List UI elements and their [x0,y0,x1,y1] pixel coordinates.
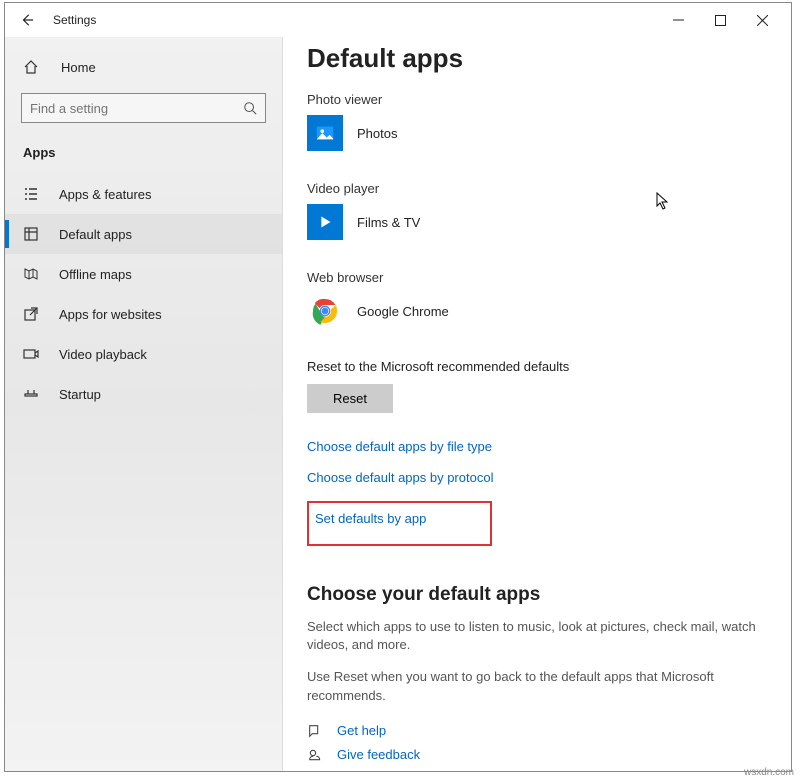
sidebar-item-label: Startup [59,387,101,402]
sidebar-item-video-playback[interactable]: Video playback [5,334,282,374]
app-name: Google Chrome [357,304,449,319]
minimize-icon [673,15,684,26]
back-button[interactable] [13,6,41,34]
app-name: Photos [357,126,397,141]
list-icon [23,186,43,202]
close-icon [757,15,768,26]
give-feedback-link[interactable]: Give feedback [337,747,420,762]
sidebar-item-offline-maps[interactable]: Offline maps [5,254,282,294]
default-app-video[interactable]: Films & TV [307,204,767,240]
sidebar-item-apps-features[interactable]: Apps & features [5,174,282,214]
open-external-icon [23,306,43,322]
section-label-video: Video player [307,181,767,196]
sidebar-item-label: Apps for websites [59,307,162,322]
sidebar-item-apps-websites[interactable]: Apps for websites [5,294,282,334]
home-icon [23,59,45,75]
sidebar-category: Apps [5,137,282,174]
page-heading: Default apps [307,43,767,74]
maximize-button[interactable] [699,5,741,35]
minimize-button[interactable] [657,5,699,35]
map-icon [23,266,43,282]
reset-label: Reset to the Microsoft recommended defau… [307,359,767,374]
default-app-photo[interactable]: Photos [307,115,767,151]
chrome-icon [307,293,343,329]
films-tv-icon [307,204,343,240]
sidebar-home[interactable]: Home [5,49,282,85]
window-title: Settings [53,13,96,27]
window-controls [657,5,783,35]
sidebar-home-label: Home [61,60,96,75]
sidebar-item-label: Apps & features [59,187,152,202]
highlight-annotation: Set defaults by app [307,501,492,546]
link-set-defaults-by-app[interactable]: Set defaults by app [315,511,426,526]
choose-heading: Choose your default apps [307,584,767,606]
feedback-icon [307,747,329,763]
get-help-link[interactable]: Get help [337,723,386,738]
choose-desc-2: Use Reset when you want to go back to th… [307,668,767,704]
search-box[interactable] [21,93,266,123]
window-body: Home Apps Apps & features Default ap [5,37,791,771]
get-help-row: Get help [307,719,767,743]
default-apps-icon [23,226,43,242]
link-by-protocol[interactable]: Choose default apps by protocol [307,470,767,485]
sidebar-item-label: Default apps [59,227,132,242]
sidebar-item-label: Video playback [59,347,147,362]
reset-button[interactable]: Reset [307,384,393,413]
photos-icon [307,115,343,151]
main-panel: Default apps Photo viewer Photos Video p… [283,37,791,771]
watermark: wsxdn.com [744,767,794,778]
close-button[interactable] [741,5,783,35]
default-app-browser[interactable]: Google Chrome [307,293,767,329]
sidebar-item-label: Offline maps [59,267,132,282]
sidebar: Home Apps Apps & features Default ap [5,37,283,771]
choose-desc-1: Select which apps to use to listen to mu… [307,618,767,654]
arrow-left-icon [20,13,34,27]
sidebar-item-startup[interactable]: Startup [5,374,282,414]
link-by-file-type[interactable]: Choose default apps by file type [307,439,767,454]
search-input[interactable] [30,101,243,116]
section-label-photo: Photo viewer [307,92,767,107]
search-icon [243,101,257,115]
maximize-icon [715,15,726,26]
video-icon [23,346,43,362]
sidebar-item-default-apps[interactable]: Default apps [5,214,282,254]
feedback-row: Give feedback [307,743,767,767]
startup-icon [23,386,43,402]
titlebar: Settings [5,3,791,37]
help-icon [307,723,329,739]
settings-window: Settings Home [4,2,792,772]
app-name: Films & TV [357,215,420,230]
section-label-browser: Web browser [307,270,767,285]
